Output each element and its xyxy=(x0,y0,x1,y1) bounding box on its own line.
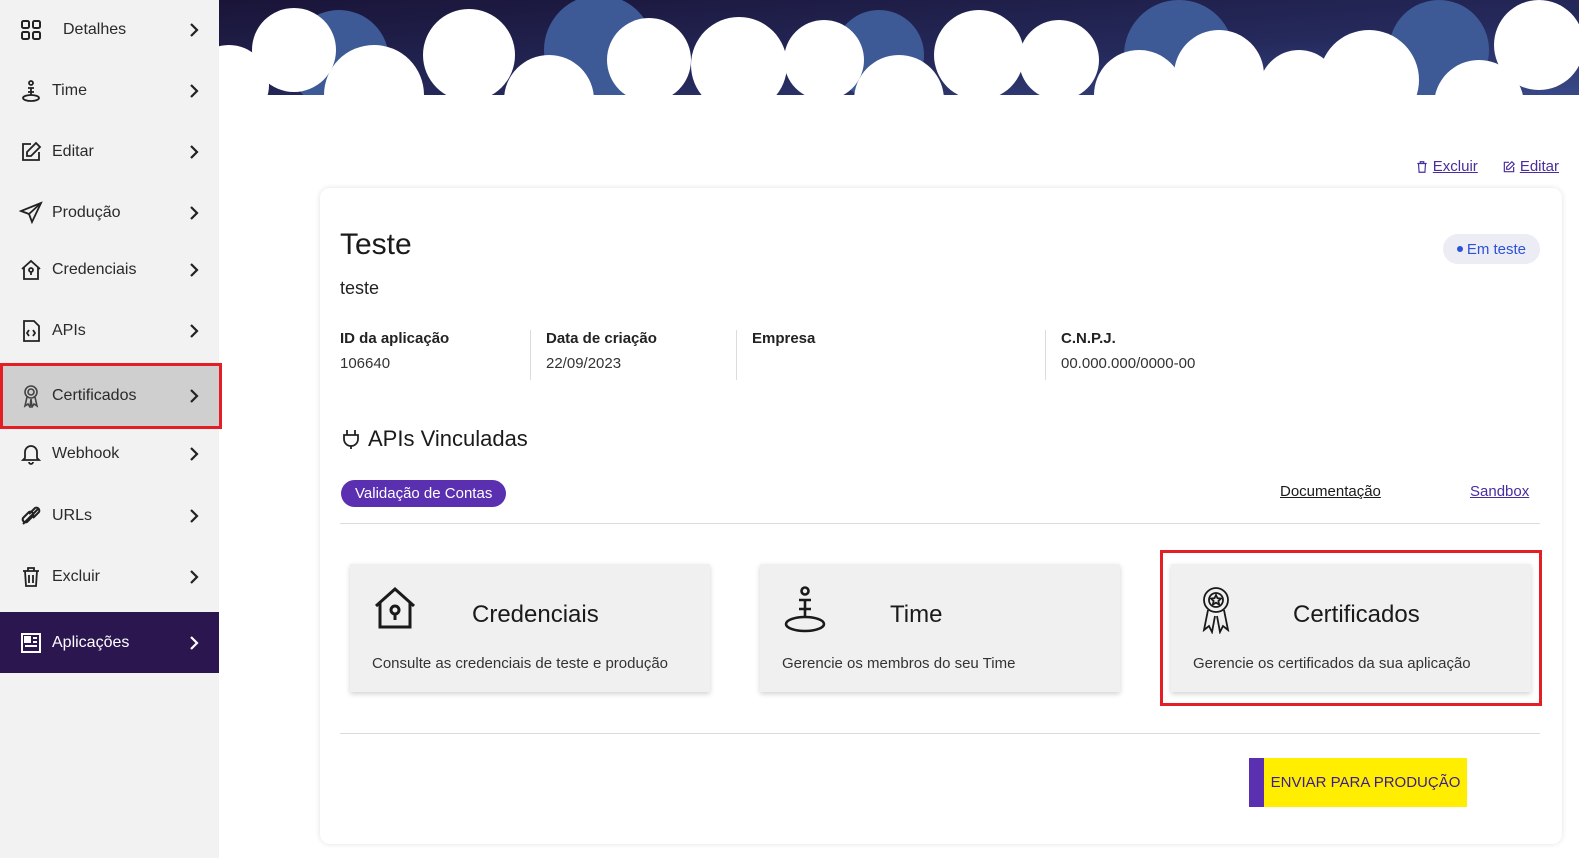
info-label: Data de criação xyxy=(546,330,657,347)
sidebar-item-label: Time xyxy=(52,82,87,99)
divider xyxy=(530,330,531,380)
trash-icon xyxy=(1417,160,1427,173)
info-value: 106640 xyxy=(340,355,391,372)
chevron-right-icon xyxy=(190,23,199,37)
chevron-right-icon xyxy=(190,206,199,220)
delete-app-link[interactable]: Excluir xyxy=(1415,158,1478,175)
sidebar-item-label: APIs xyxy=(52,322,86,339)
sidebar-item-excluir[interactable]: Excluir xyxy=(0,547,219,607)
sidebar-item-label: Detalhes xyxy=(63,21,127,38)
divider xyxy=(736,330,737,380)
sidebar-item-webhook[interactable]: Webhook xyxy=(0,424,219,484)
code-file-icon xyxy=(19,319,43,343)
chevron-right-icon xyxy=(190,635,199,650)
chevron-right-icon xyxy=(190,145,199,159)
sidebar-item-label: Produção xyxy=(52,204,121,221)
team-icon xyxy=(19,79,43,103)
linked-api-pill[interactable]: Validação de Contas xyxy=(341,480,507,507)
tile-title: Time xyxy=(890,601,943,628)
sidebar-item-apis[interactable]: APIs xyxy=(0,301,219,361)
link-icon xyxy=(19,504,43,528)
edit-app-link[interactable]: Editar xyxy=(1502,158,1559,175)
sidebar-item-urls[interactable]: URLs xyxy=(0,486,219,546)
sidebar-item-label: Editar xyxy=(52,143,94,160)
status-label: Em teste xyxy=(1466,240,1526,258)
sidebar-item-certificados[interactable]: Certificados xyxy=(0,363,222,429)
sidebar-item-producao[interactable]: Produção xyxy=(0,183,219,243)
apis-section-title: APIs Vinculadas xyxy=(342,426,528,452)
sidebar-item-label: Aplicações xyxy=(52,633,130,651)
info-label: Empresa xyxy=(752,330,816,347)
chevron-right-icon xyxy=(190,570,199,584)
sidebar-item-label: Excluir xyxy=(52,568,101,585)
sidebar-item-editar[interactable]: Editar xyxy=(0,122,219,182)
team-icon xyxy=(784,586,826,633)
sidebar-item-label: Certificados xyxy=(52,387,137,404)
chevron-right-icon xyxy=(190,389,199,403)
send-to-production-button[interactable]: ENVIAR PARA PRODUÇÃO xyxy=(1249,758,1467,807)
app-description: teste xyxy=(340,278,380,298)
status-dot xyxy=(1456,246,1463,252)
app-details-card: Teste teste Em teste ID da aplicação 106… xyxy=(320,188,1562,844)
top-actions: Excluir Editar xyxy=(1415,158,1559,175)
chevron-right-icon xyxy=(190,263,199,277)
info-value: 22/09/2023 xyxy=(546,355,622,372)
house-lock-icon xyxy=(19,258,43,282)
house-lock-icon xyxy=(374,586,416,629)
edit-icon xyxy=(1503,160,1515,172)
apis-section-label: APIs Vinculadas xyxy=(368,426,528,451)
tile-credenciais[interactable]: Credenciais Consulte as credenciais de t… xyxy=(350,564,710,692)
info-company: Empresa xyxy=(752,330,815,380)
app-title: Teste xyxy=(340,228,412,261)
tile-time[interactable]: Time Gerencie os membros do seu Time xyxy=(760,564,1120,692)
divider xyxy=(340,733,1540,734)
tile-title: Credenciais xyxy=(472,601,599,628)
info-cnpj: C.N.P.J. 00.000.000/0000-00 xyxy=(1061,330,1195,380)
edit-icon xyxy=(19,140,43,164)
tile-description: Consulte as credenciais de teste e produ… xyxy=(372,655,669,672)
highlight-frame xyxy=(1160,550,1542,706)
sidebar-item-detalhes[interactable]: Detalhes xyxy=(0,0,219,60)
status-badge: Em teste xyxy=(1442,234,1540,264)
documentation-link[interactable]: Documentação xyxy=(1280,483,1381,500)
send-icon xyxy=(19,201,43,225)
sidebar-item-label: Webhook xyxy=(52,445,120,462)
divider xyxy=(340,523,1540,524)
sidebar-item-label: Credenciais xyxy=(52,261,137,278)
info-created-date: Data de criação 22/09/2023 xyxy=(546,330,657,380)
tile-description: Gerencie os membros do seu Time xyxy=(782,655,1016,672)
award-icon xyxy=(19,384,43,408)
divider xyxy=(1045,330,1046,380)
cloud-banner xyxy=(219,0,1579,150)
sidebar-item-aplicacoes[interactable]: Aplicações xyxy=(0,612,219,673)
chevron-right-icon xyxy=(190,447,199,461)
plug-icon xyxy=(343,430,359,449)
grid-icon xyxy=(19,18,43,42)
chevron-right-icon xyxy=(190,509,199,523)
delete-app-label: Excluir xyxy=(1432,158,1478,175)
app-root: Detalhes Time Editar Produção Credenciai… xyxy=(0,0,1579,858)
sidebar: Detalhes Time Editar Produção Credenciai… xyxy=(0,0,222,858)
sandbox-link[interactable]: Sandbox xyxy=(1470,483,1529,500)
dashboard-icon xyxy=(19,631,43,655)
sidebar-item-label: URLs xyxy=(52,507,93,524)
chevron-right-icon xyxy=(190,84,199,98)
bell-icon xyxy=(19,442,43,466)
info-value: 00.000.000/0000-00 xyxy=(1061,355,1196,372)
trash-icon xyxy=(19,565,43,589)
edit-app-label: Editar xyxy=(1519,158,1559,175)
info-label: C.N.P.J. xyxy=(1061,330,1116,347)
sidebar-item-time[interactable]: Time xyxy=(0,61,219,121)
info-app-id: ID da aplicação 106640 xyxy=(340,330,449,380)
sidebar-item-credenciais[interactable]: Credenciais xyxy=(0,240,219,300)
chevron-right-icon xyxy=(190,324,199,338)
info-label: ID da aplicação xyxy=(340,330,450,347)
